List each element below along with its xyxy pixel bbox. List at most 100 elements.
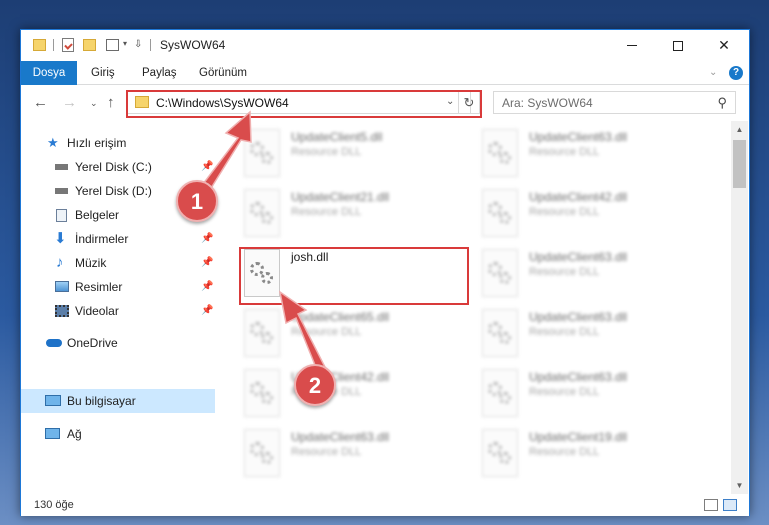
file-item[interactable]: UpdateClient42.dll Resource DLL (479, 186, 699, 246)
pin-icon[interactable]: 📌 (201, 227, 213, 251)
sidebar-item-label: İndirmeler (75, 232, 129, 246)
address-path[interactable]: C:\Windows\SysWOW64 (156, 96, 289, 110)
tab-home[interactable]: Giriş (91, 61, 115, 85)
pin-icon[interactable]: 📌 (201, 299, 213, 323)
minimize-button[interactable] (609, 30, 655, 61)
minimize-icon (627, 45, 637, 46)
drive-icon (55, 188, 68, 194)
dll-file-icon (482, 429, 518, 477)
scroll-down-icon[interactable]: ▼ (731, 477, 748, 494)
file-item[interactable]: UpdateClient63.dll Resource DLL (479, 246, 699, 306)
close-icon: ✕ (718, 37, 730, 53)
file-item[interactable]: UpdateClient63.dll Resource DLL (241, 426, 461, 486)
customize-toolbar-icon[interactable]: ⇩ (134, 39, 142, 56)
dll-file-icon (244, 369, 280, 417)
file-type: Resource DLL (529, 146, 600, 158)
file-item[interactable]: UpdateClient65.dll Resource DLL (241, 306, 461, 366)
file-name: UpdateClient63.dll (529, 370, 628, 384)
sidebar-item-label: Hızlı erişim (67, 136, 127, 150)
file-type: Resource DLL (529, 326, 600, 338)
tab-file[interactable]: Dosya (21, 61, 77, 85)
file-name: UpdateClient5.dll (291, 130, 383, 144)
search-placeholder: Ara: SysWOW64 (502, 96, 593, 110)
navigation-bar: ← → ⌄ ↑ C:\Windows\SysWOW64 ⌄ ↻ Ara: Sys… (21, 85, 749, 121)
drive-icon (55, 164, 68, 170)
dll-file-icon (244, 309, 280, 357)
maximize-button[interactable] (655, 30, 701, 61)
sidebar-item-videos[interactable]: Videolar 📌 (21, 299, 215, 323)
file-item[interactable]: UpdateClient63.dll Resource DLL (479, 306, 699, 366)
search-input[interactable]: Ara: SysWOW64 ⚲ (493, 91, 736, 114)
sidebar-item-label: Müzik (75, 256, 107, 270)
pin-icon[interactable]: 📌 (201, 275, 213, 299)
sidebar-item-disk-c[interactable]: Yerel Disk (C:) 📌 (21, 155, 215, 179)
details-view-icon[interactable] (704, 499, 718, 511)
sidebar-item-label: Ağ (67, 427, 82, 441)
search-icon[interactable]: ⚲ (717, 95, 727, 111)
recent-locations-icon[interactable]: ⌄ (90, 98, 98, 109)
dll-file-icon (244, 429, 280, 477)
up-icon[interactable]: ↑ (107, 94, 115, 111)
file-item[interactable]: UpdateClient5.dll Resource DLL (241, 126, 461, 186)
sidebar-item-music[interactable]: ♪ Müzik 📌 (21, 251, 215, 275)
file-name: UpdateClient63.dll (529, 310, 628, 324)
file-item[interactable]: UpdateClient63.dll Resource DLL (479, 126, 699, 186)
sidebar-item-label: Yerel Disk (D:) (75, 184, 152, 198)
computer-icon (45, 395, 61, 406)
new-folder-icon[interactable] (83, 39, 96, 51)
help-icon[interactable]: ? (729, 66, 743, 80)
sidebar-item-label: Bu bilgisayar (67, 394, 136, 408)
refresh-button[interactable]: ↻ (458, 91, 480, 114)
pin-icon[interactable]: 📌 (201, 251, 213, 275)
file-item[interactable]: UpdateClient63.dll Resource DLL (479, 366, 699, 426)
sidebar-item-quick-access[interactable]: ★ Hızlı erişim (21, 131, 215, 155)
sidebar-item-network[interactable]: Ağ (21, 422, 215, 446)
explorer-window: ▾ ⇩ SysWOW64 ✕ Dosya Giriş Paylaş Görünü… (20, 29, 750, 516)
file-item[interactable]: UpdateClient21.dll Resource DLL (241, 186, 461, 246)
tab-view[interactable]: Görünüm (199, 61, 247, 85)
chevron-down-icon[interactable]: ▾ (123, 39, 127, 56)
vertical-scrollbar[interactable]: ▲ ▼ (731, 121, 748, 494)
scroll-thumb[interactable] (733, 140, 746, 188)
music-icon: ♪ (56, 254, 64, 271)
pictures-icon (55, 281, 69, 292)
file-name: UpdateClient65.dll (291, 310, 390, 324)
tiles-view-icon[interactable] (723, 499, 737, 511)
folder-icon (135, 96, 149, 108)
folder-icon[interactable] (33, 39, 46, 51)
address-bar[interactable]: C:\Windows\SysWOW64 ⌄ (127, 91, 471, 114)
close-button[interactable]: ✕ (701, 30, 747, 61)
view-icon[interactable] (106, 39, 119, 51)
dll-file-icon (482, 129, 518, 177)
file-item-josh[interactable]: josh.dll (241, 246, 461, 306)
file-type: Resource DLL (291, 446, 362, 458)
scroll-up-icon[interactable]: ▲ (731, 121, 748, 138)
expand-ribbon-icon[interactable]: ⌄ (709, 67, 717, 78)
step-badge-2: 2 (294, 364, 336, 406)
maximize-icon (673, 40, 683, 51)
file-item[interactable]: UpdateClient19.dll Resource DLL (479, 426, 699, 486)
star-icon: ★ (47, 135, 59, 150)
sidebar-item-pictures[interactable]: Resimler 📌 (21, 275, 215, 299)
back-icon[interactable]: ← (33, 94, 48, 111)
navigation-pane: ★ Hızlı erişim Yerel Disk (C:) 📌 Yerel D… (21, 121, 215, 494)
toolbar-divider (150, 39, 151, 51)
tab-share[interactable]: Paylaş (142, 61, 177, 85)
file-item[interactable]: UpdateClient42.dll Resource DLL (241, 366, 461, 426)
file-name: UpdateClient63.dll (529, 250, 628, 264)
pin-icon[interactable]: 📌 (201, 155, 213, 179)
title-bar: ▾ ⇩ SysWOW64 ✕ (21, 30, 749, 61)
documents-icon (56, 209, 67, 222)
file-name: josh.dll (291, 250, 329, 264)
properties-icon[interactable] (62, 38, 74, 52)
sidebar-item-this-pc[interactable]: Bu bilgisayar (21, 389, 215, 413)
file-list: UpdateClient5.dll Resource DLL UpdateCli… (237, 121, 731, 494)
ribbon-tabs: Dosya Giriş Paylaş Görünüm ⌄ ? (21, 61, 749, 85)
sidebar-item-downloads[interactable]: ⬇ İndirmeler 📌 (21, 227, 215, 251)
file-name: UpdateClient19.dll (529, 430, 628, 444)
chevron-down-icon[interactable]: ⌄ (446, 96, 454, 107)
step-badge-1: 1 (176, 180, 218, 222)
sidebar-item-onedrive[interactable]: OneDrive (21, 331, 215, 355)
forward-icon[interactable]: → (62, 94, 77, 111)
